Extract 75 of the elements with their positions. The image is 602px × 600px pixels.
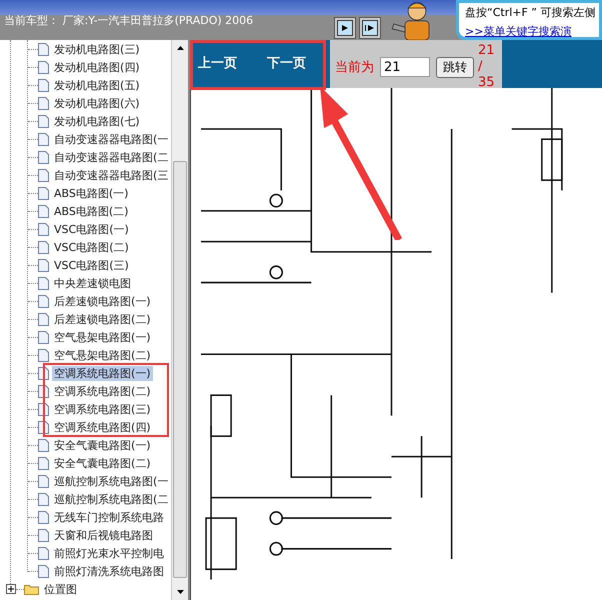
tree-item[interactable]: 巡航控制系统电路图(二 — [52, 492, 170, 506]
tree-item[interactable]: 空调系统电路图(二) — [52, 384, 153, 398]
document-icon — [38, 222, 49, 236]
document-icon — [38, 528, 49, 542]
tree-item[interactable]: VSC电路图(一) — [52, 222, 131, 236]
tree-item[interactable]: 自动变速器器电路图(三 — [52, 168, 170, 182]
document-icon — [38, 312, 49, 326]
tree-scrollbar[interactable] — [171, 40, 188, 600]
document-icon — [38, 474, 49, 488]
tree-item[interactable]: 空调系统电路图(三) — [52, 402, 153, 416]
forward-button[interactable] — [334, 17, 356, 39]
tree-item[interactable]: ABS电路图(二) — [52, 204, 130, 218]
document-icon — [38, 150, 49, 164]
expand-icon[interactable] — [6, 584, 16, 594]
document-icon — [38, 492, 49, 506]
tree-item[interactable]: 发动机电路图(三) — [52, 42, 142, 56]
arrow-right-icon — [341, 24, 349, 32]
arrow-right-icon — [365, 24, 375, 32]
tree-item[interactable]: 空调系统电路图(一) — [52, 366, 153, 380]
tree-item[interactable]: 前照灯清洗系统电路图 — [52, 564, 166, 578]
tree-item[interactable]: 安全气囊电路图(二) — [52, 456, 153, 470]
tree-item[interactable]: 发动机电路图(七) — [52, 114, 142, 128]
document-icon — [38, 78, 49, 92]
tree-item[interactable]: 天窗和后视镜电路图 — [52, 528, 155, 542]
document-icon — [38, 294, 49, 308]
document-icon — [38, 132, 49, 146]
page-count: 21 / 35 — [478, 43, 496, 91]
document-icon — [38, 168, 49, 182]
tree-folder[interactable]: 位置图 — [42, 582, 79, 596]
tree-item[interactable]: 后差速锁电路图(二) — [52, 312, 153, 326]
forward-end-button[interactable] — [359, 17, 381, 39]
document-icon — [38, 42, 49, 56]
tree-item[interactable]: 无线车门控制系统电路 — [52, 510, 166, 524]
tree-item[interactable]: 空气悬架电路图(二) — [52, 348, 153, 362]
document-icon — [38, 330, 49, 344]
help-hint: 盘按“Ctrl+F ” 可搜索左侧 — [465, 5, 597, 20]
tree-item[interactable]: 发动机电路图(六) — [52, 96, 142, 110]
jump-button[interactable]: 跳转 — [436, 56, 474, 78]
document-icon — [38, 546, 49, 560]
document-icon — [38, 204, 49, 218]
document-icon — [38, 258, 49, 272]
document-icon — [38, 114, 49, 128]
tree-item[interactable]: 发动机电路图(五) — [52, 78, 142, 92]
previous-page-link[interactable]: 上一页 — [198, 54, 237, 72]
scroll-down-icon — [176, 590, 184, 594]
next-page-link[interactable]: 下一页 — [267, 54, 306, 72]
document-icon — [38, 564, 49, 578]
tree-item[interactable]: 巡航控制系统电路图(一 — [52, 474, 170, 488]
tree-item[interactable]: 发动机电路图(四) — [52, 60, 142, 74]
document-icon — [38, 456, 49, 470]
document-icon — [38, 96, 49, 110]
document-icon — [38, 186, 49, 200]
tree-item[interactable]: VSC电路图(二) — [52, 240, 131, 254]
tree-item[interactable]: ABS电路图(一) — [52, 186, 130, 200]
document-icon — [38, 510, 49, 524]
tree-item[interactable]: 后差速锁电路图(一) — [52, 294, 153, 308]
document-icon — [38, 240, 49, 254]
page-number-field[interactable]: 21 — [380, 57, 430, 77]
document-icon — [38, 276, 49, 290]
folder-icon — [24, 583, 39, 595]
tree-item[interactable]: 空调系统电路图(四) — [52, 420, 153, 434]
tree-item[interactable]: 安全气囊电路图(一) — [52, 438, 153, 452]
vehicle-title: 当前车型： 厂家:Y-一汽丰田普拉多(PRADO) 2006 — [3, 15, 254, 27]
tree-item[interactable]: 自动变速器器电路图(一 — [52, 132, 170, 146]
document-icon — [38, 348, 49, 362]
tree-item[interactable]: 空气悬架电路图(一) — [52, 330, 153, 344]
tree-item[interactable]: 中央差速锁电图 — [52, 276, 133, 290]
document-icon — [38, 438, 49, 452]
tree-item[interactable]: 前照灯光束水平控制电 — [52, 546, 166, 560]
scroll-up-icon — [176, 46, 184, 50]
search-demo-link[interactable]: >>菜单关键字搜索演 — [465, 24, 572, 37]
tree-item[interactable]: 自动变速器器电路图(二 — [52, 150, 170, 164]
document-icon — [38, 60, 49, 74]
tree-item[interactable]: VSC电路图(三) — [52, 258, 131, 272]
current-page-label: 当前为 — [335, 59, 374, 76]
